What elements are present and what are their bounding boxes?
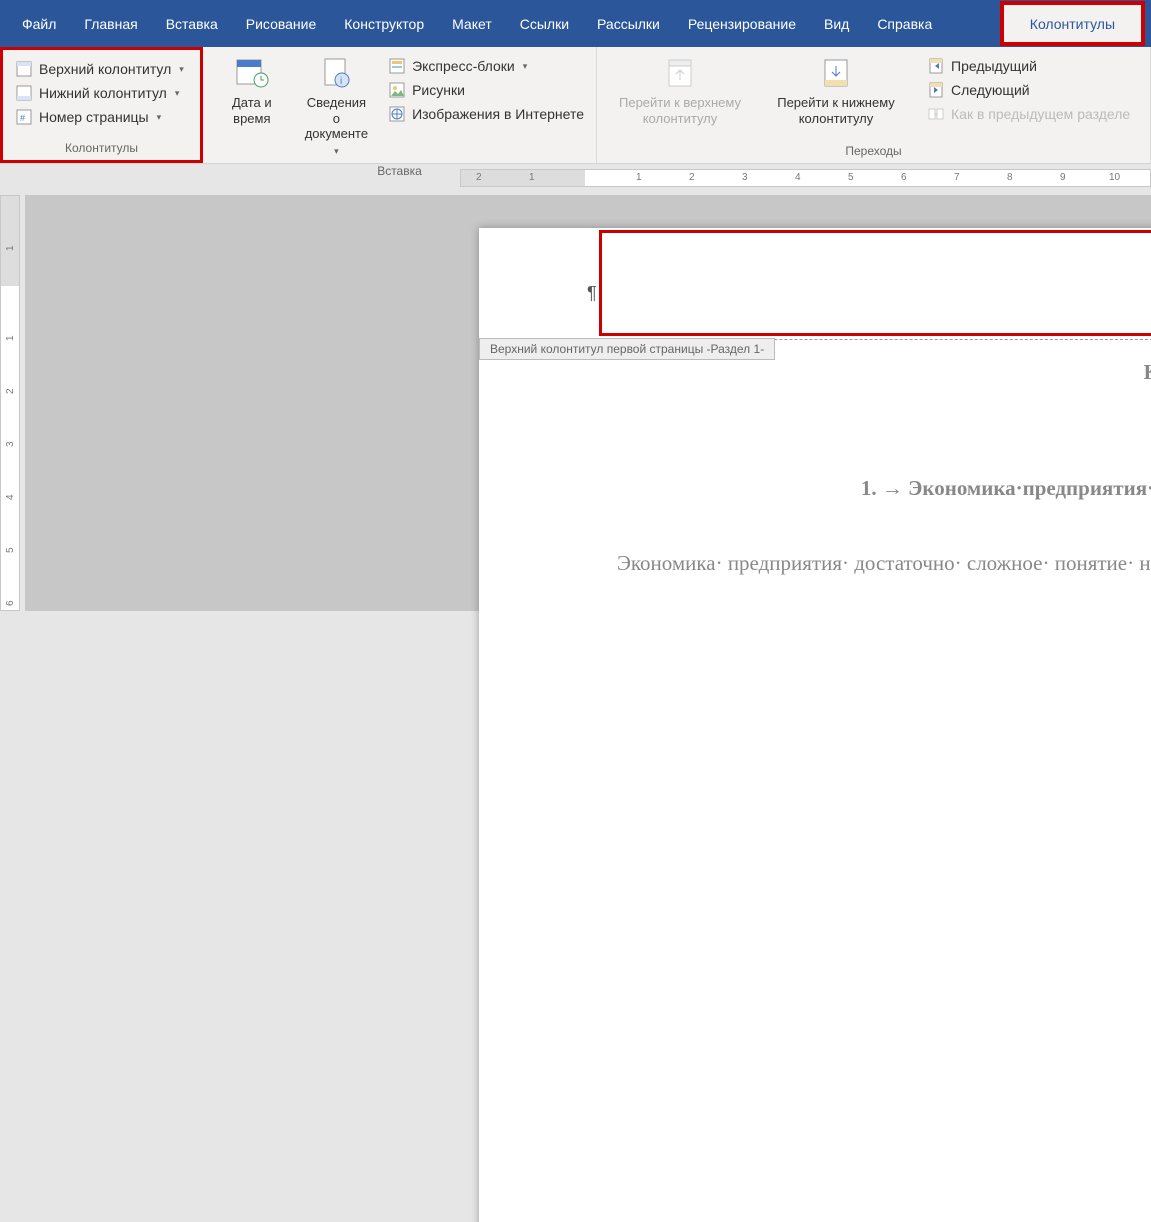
quick-parts-label: Экспресс-блоки [412, 58, 515, 74]
tab-insert[interactable]: Вставка [152, 4, 232, 44]
title-line-2: ВВЕДЕНИЕ¶ [579, 418, 1151, 443]
blank-line: ¶ [579, 447, 1151, 472]
doc-info-icon: i [318, 55, 354, 91]
group-label-nav: Переходы [605, 141, 1142, 161]
date-time-label: Дата и время [217, 95, 287, 126]
goto-footer-label: Перейти к нижнему колонтитулу [777, 95, 895, 126]
document-body: КУРС·ЛЕКЦИЙ¶ ¶ ВВЕДЕНИЕ¶ ¶ 1. → Экономик… [579, 356, 1151, 580]
ruler-num: 1 [529, 172, 535, 183]
group-label-hf: Колонтитулы [11, 138, 192, 158]
ruler-num: 3 [5, 441, 16, 447]
chevron-down-icon: ▾ [334, 146, 339, 157]
ruler-num: 6 [5, 600, 16, 606]
page[interactable]: ¶ Верхний колонтитул первой страницы -Ра… [479, 228, 1151, 1222]
online-pictures-icon [388, 105, 406, 123]
tab-mailings[interactable]: Рассылки [583, 4, 674, 44]
header-button[interactable]: Верхний колонтитул ▾ [11, 58, 188, 80]
group-navigation: Перейти к верхнему колонтитулу Перейти к… [597, 47, 1151, 163]
header-area-highlight[interactable] [599, 230, 1151, 336]
ruler-num: 2 [476, 172, 482, 183]
page-number-label: Номер страницы [39, 109, 149, 125]
goto-footer-icon [818, 55, 854, 91]
tab-header-footer[interactable]: Колонтитулы [1004, 5, 1141, 42]
goto-header-icon [662, 55, 698, 91]
tab-file[interactable]: Файл [8, 4, 70, 44]
link-to-previous-button: Как в предыдущем разделе [923, 103, 1134, 125]
paragraph-mark: ¶ [587, 283, 597, 304]
chevron-down-icon: ▾ [179, 64, 184, 75]
ruler-num: 6 [901, 172, 907, 183]
quick-parts-icon [388, 57, 406, 75]
tab-draw[interactable]: Рисование [232, 4, 331, 44]
pictures-label: Рисунки [412, 82, 465, 98]
group-insert: Дата и время i Сведения о документе ▾ Экс… [203, 47, 597, 163]
vertical-ruler[interactable]: 1 1 2 3 4 5 6 [0, 195, 20, 611]
ruler-num: 1 [5, 245, 16, 251]
goto-footer-button[interactable]: Перейти к нижнему колонтитулу [761, 51, 911, 141]
ruler-num: 9 [1060, 172, 1066, 183]
online-pictures-label: Изображения в Интернете [412, 106, 584, 122]
link-previous-label: Как в предыдущем разделе [951, 106, 1130, 122]
tab-help[interactable]: Справка [863, 4, 946, 44]
ruler-num: 7 [954, 172, 960, 183]
chevron-down-icon: ▾ [157, 112, 162, 123]
goto-header-button: Перейти к верхнему колонтитулу [605, 51, 755, 141]
link-previous-icon [927, 105, 945, 123]
footer-icon [15, 84, 33, 102]
horizontal-ruler[interactable]: 2 1 1 2 3 4 5 6 7 8 9 10 11 [460, 169, 1151, 187]
quick-parts-button[interactable]: Экспресс-блоки ▾ [384, 55, 588, 77]
ruler-num: 4 [5, 494, 16, 500]
svg-text:#: # [20, 113, 25, 123]
page-number-button[interactable]: # Номер страницы ▾ [11, 106, 188, 128]
tab-review[interactable]: Рецензирование [674, 4, 810, 44]
title-line-1: КУРС·ЛЕКЦИЙ¶ [579, 360, 1151, 385]
footer-button[interactable]: Нижний колонтитул ▾ [11, 82, 188, 104]
previous-label: Предыдущий [951, 58, 1037, 74]
pictures-button[interactable]: Рисунки [384, 79, 588, 101]
group-header-footer: Верхний колонтитул ▾ Нижний колонтитул ▾… [0, 47, 203, 163]
tab-view[interactable]: Вид [810, 4, 863, 44]
header-footer-tab-highlight: Колонтитулы [1000, 1, 1145, 46]
heading-line: 1. → Экономика·предприятия·как·образоват… [579, 476, 1151, 501]
pictures-icon [388, 81, 406, 99]
ruler-num: 5 [848, 172, 854, 183]
ruler-num: 2 [689, 172, 695, 183]
tab-layout[interactable]: Макет [438, 4, 506, 44]
ruler-num: 10 [1109, 172, 1120, 183]
next-label: Следующий [951, 82, 1030, 98]
ruler-num: 5 [5, 547, 16, 553]
ruler-num: 4 [795, 172, 801, 183]
previous-icon [927, 57, 945, 75]
ruler-num: 1 [5, 335, 16, 341]
tab-references[interactable]: Ссылки [506, 4, 583, 44]
blank-line: ¶ [579, 389, 1151, 414]
previous-button[interactable]: Предыдущий [923, 55, 1134, 77]
ruler-num: 2 [5, 388, 16, 394]
next-button[interactable]: Следующий [923, 79, 1134, 101]
tab-home[interactable]: Главная [70, 4, 151, 44]
online-pictures-button[interactable]: Изображения в Интернете [384, 103, 588, 125]
header-icon [15, 60, 33, 78]
ruler-num: 8 [1007, 172, 1013, 183]
date-time-icon [234, 55, 270, 91]
header-label: Верхний колонтитул [39, 61, 171, 77]
document-area[interactable]: ¶ Верхний колонтитул первой страницы -Ра… [25, 195, 1151, 611]
paragraph-text: Экономика· предприятия· достаточно· слож… [579, 548, 1151, 580]
svg-text:i: i [340, 76, 342, 87]
ruler-num: 3 [742, 172, 748, 183]
blank-line: ¶ [579, 505, 1151, 530]
date-time-button[interactable]: Дата и время [211, 51, 293, 161]
footer-label: Нижний колонтитул [39, 85, 167, 101]
chevron-down-icon: ▾ [175, 88, 180, 99]
next-icon [927, 81, 945, 99]
ruler-num: 1 [636, 172, 642, 183]
page-number-icon: # [15, 108, 33, 126]
doc-info-label: Сведения о документе [305, 95, 368, 142]
tab-design[interactable]: Конструктор [330, 4, 438, 44]
chevron-down-icon: ▾ [523, 61, 528, 72]
goto-header-label: Перейти к верхнему колонтитулу [619, 95, 741, 126]
doc-info-button[interactable]: i Сведения о документе ▾ [299, 51, 374, 161]
